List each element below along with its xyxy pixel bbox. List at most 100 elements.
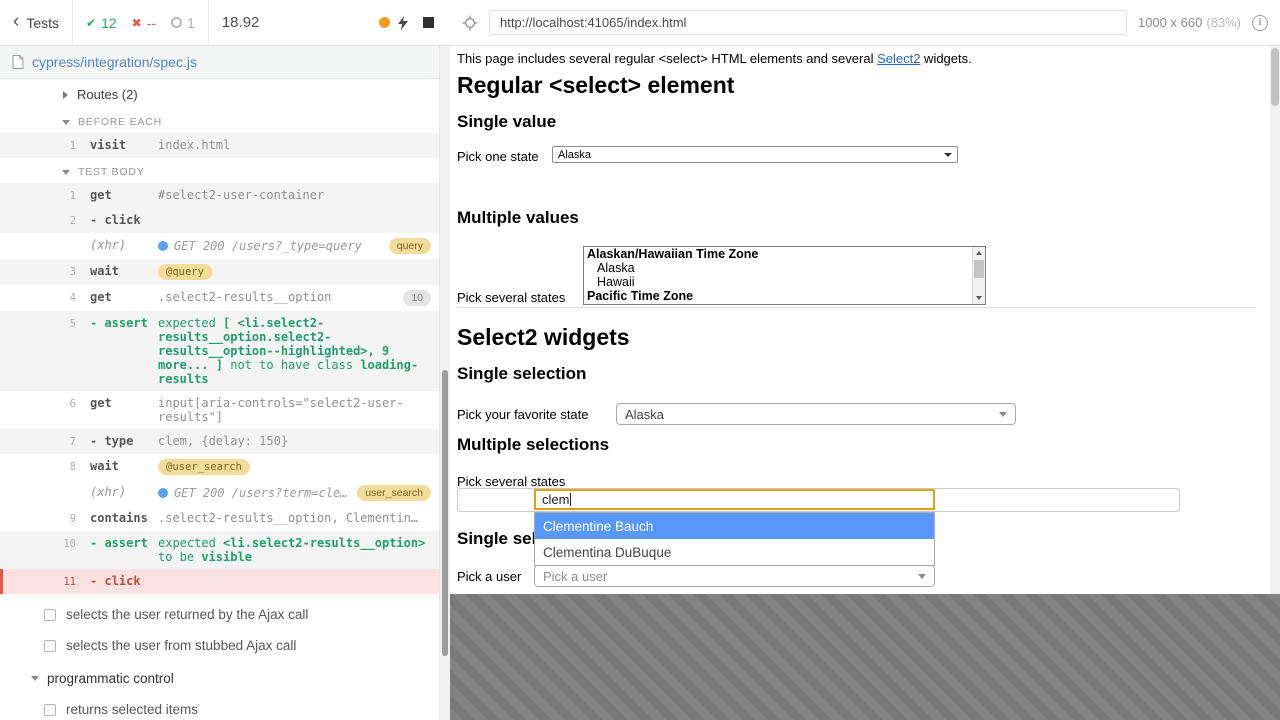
command-name: - click [90,574,141,588]
passed-stat[interactable]: ✔ 12 [86,15,117,31]
hook-header[interactable]: BEFORE EACH [0,108,439,133]
favorite-state-label: Pick your favorite state [457,407,589,422]
hook-header[interactable]: TEST BODY [0,158,439,183]
state-select[interactable]: Alaska [552,146,958,163]
command-name: visit [90,138,127,152]
select2-link[interactable]: Select2 [877,51,920,66]
log-row[interactable]: 11 - click [0,569,439,594]
hook-title: TEST BODY [78,166,145,178]
command-name: - assert [90,536,148,550]
select2-search-input[interactable]: clem [534,489,935,510]
assert-segment: <li.select2-results__option> [223,536,426,550]
intro-text: This page includes several regular <sele… [457,51,972,66]
command-detail: .select2-results__option [158,290,332,304]
check-icon: ✔ [86,15,97,30]
xhr-message: GET 200 /users?term=cle… [174,486,348,500]
row-number: 8 [69,461,76,473]
favorite-state-value: Alaska [625,406,665,422]
alias-badge: user_search [357,485,431,501]
row-number: 4 [69,292,76,304]
viewport-size: 1000 x 660 [1137,15,1203,30]
states-multi-listbox[interactable]: Alaskan/Hawaiian Time Zone Alaska Hawaii Pa… [583,246,986,305]
stop-button[interactable] [423,17,434,28]
scroll-down-icon[interactable] [973,292,985,304]
test-checkbox[interactable] [44,639,56,652]
divider [457,307,1256,308]
pending-stat[interactable]: 1 [171,15,195,31]
chevron-down-icon [62,119,70,125]
log-row[interactable]: 1 get #select2-user-container [0,183,439,208]
listbox-scrollbar[interactable] [972,247,985,304]
test-list-2: returns selected items [0,694,439,720]
user-select2-placeholder: Pick a user [543,568,608,584]
failed-count: -- [146,14,157,31]
command-detail: @query [158,264,431,280]
command-name: get [90,290,112,304]
duration: 18.92 [207,0,273,45]
pick-several-states-label: Pick several states [457,290,566,305]
url-input[interactable]: http://localhost:41065/index.html [489,10,1127,35]
x-icon: ✖ [131,15,142,30]
xhr-status-icon [158,241,168,251]
aut-scrollbar[interactable] [1270,46,1280,594]
heading-multiple-values: Multiple values [457,208,579,227]
assert-segment: expected [158,316,224,330]
log-row[interactable]: 6 get input[aria-controls="select2-user-re… [0,391,439,429]
log-row[interactable]: 5 - assert expected [ <li.select2-results_… [0,311,439,391]
test-checkbox[interactable] [44,703,56,716]
log-row[interactable]: 2 - click [0,208,439,233]
suite-programmatic-control[interactable]: programmatic control [0,661,439,694]
select2-result-option[interactable]: Clementine Bauch [535,513,934,539]
favorite-state-select2[interactable]: Alaska [616,403,1016,425]
state-select-value: Alaska [558,148,592,161]
scroll-up-icon[interactable] [973,247,985,259]
log-row[interactable]: 3 wait @query [0,259,439,285]
failed-stat[interactable]: ✖ -- [132,15,156,31]
chevron-down-icon [918,573,926,579]
log-row[interactable]: 10 - assert expected <li.select2-results__… [0,531,439,569]
suite-routes[interactable]: Routes (2) [0,79,439,108]
command-detail: @user_search [158,459,431,475]
sidebar-scrollbar-thumb[interactable] [442,370,448,656]
crosshair-icon[interactable] [462,15,478,31]
test-title-item[interactable]: returns selected items [0,694,439,720]
info-icon[interactable]: i [1252,14,1268,31]
chevron-down-icon [31,676,39,681]
command-detail: .select2-results__option, Clementin… [158,511,419,525]
log-row[interactable]: 1 visit index.html [0,133,439,158]
user-select2[interactable]: Pick a user [534,565,935,587]
row-number: 3 [69,266,76,278]
log-row[interactable]: (xhr) GET 200 /users?term=cle… user_search [0,480,439,506]
aut-header: http://localhost:41065/index.html 1000 x… [450,0,1280,45]
command-name: - type [90,434,134,448]
test-stats: ✔ 12 ✖ -- 1 [72,0,208,45]
log-row[interactable]: 9 contains .select2-results__option, Cleme… [0,506,439,531]
aut-scrollbar-thumb[interactable] [1271,48,1279,106]
back-to-tests-button[interactable]: ‹ Tests [0,0,72,45]
log-row[interactable]: 4 get .select2-results__option 10 [0,285,439,311]
select2-result-option[interactable]: Clementina DuBuque [535,539,934,565]
listbox-scrollbar-thumb[interactable] [974,260,984,278]
aut-stage: This page includes several regular <sele… [450,46,1280,720]
listbox-option[interactable]: Alaska [584,261,985,275]
listbox-option[interactable]: Hawaii [584,275,985,289]
log-row[interactable]: (xhr) GET 200 /users?_type=query query [0,233,439,259]
pending-circle-icon [171,17,183,28]
file-icon [12,55,24,69]
command-detail: clem, {delay: 150} [158,434,289,448]
log-row[interactable]: 8 wait @user_search [0,454,439,480]
pending-count: 1 [187,14,195,31]
autoscroll-toggle[interactable] [379,15,408,30]
row-number: 7 [69,436,76,448]
viewport-zoom: (83%) [1206,15,1241,30]
test-title-item[interactable]: selects the user from stubbed Ajax call [0,630,439,661]
sidebar-scrollbar[interactable] [440,46,450,720]
test-checkbox[interactable] [44,608,56,621]
log-row[interactable]: 7 - type clem, {delay: 150} [0,429,439,454]
back-label: Tests [26,14,60,31]
xhr-status-icon [158,488,168,498]
heading-select2-widgets: Select2 widgets [457,324,630,350]
row-number: 1 [69,190,76,202]
test-title-item[interactable]: selects the user returned by the Ajax ca… [0,599,439,630]
spec-header[interactable]: cypress/integration/spec.js [0,46,439,79]
